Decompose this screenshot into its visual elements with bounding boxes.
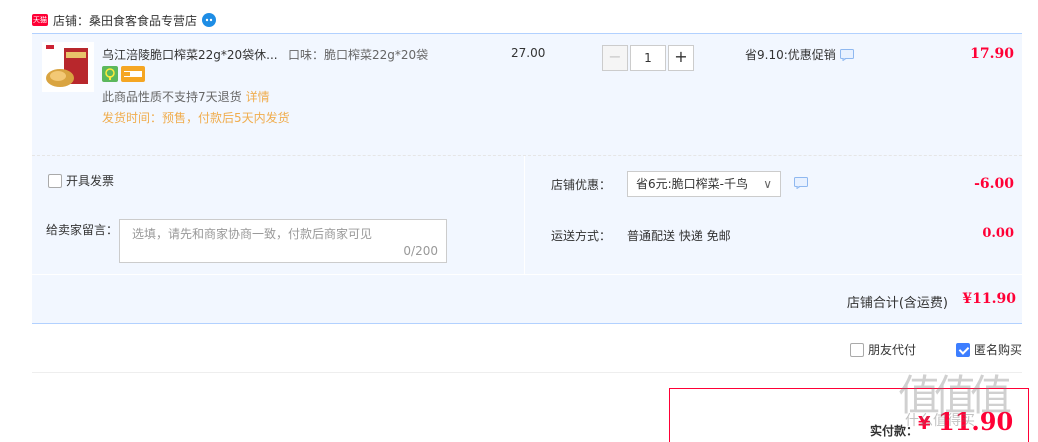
seller-memo-placeholder: 选填，请先和商家协商一致，付款后商家可见 (132, 227, 373, 241)
guarantee-icon[interactable] (102, 66, 118, 82)
buyer-options-panel: 开具发票 给卖家留言： 选填，请先和商家协商一致，付款后商家可见 0/200 (32, 156, 525, 274)
return-detail-link[interactable]: 详情 (246, 90, 270, 104)
store-total-label: 店铺合计(含运费) (846, 296, 948, 311)
invoice-checkbox[interactable] (48, 173, 62, 188)
friend-pay-option[interactable]: 朋友代付 (849, 341, 916, 358)
tmall-logo-icon: 天猫 (32, 14, 48, 26)
order-options: 开具发票 给卖家留言： 选填，请先和商家协商一致，付款后商家可见 0/200 店… (32, 156, 1022, 274)
store-coupon-label: 店铺优惠： (551, 178, 612, 192)
order-panel: 乌江涪陵脆口榨菜22g*20袋休... 口味：脆口榨菜22g*20袋 此商品性质… (32, 33, 1022, 324)
quantity-stepper: − 1 + (602, 45, 694, 71)
chevron-down-icon: ∨ (763, 177, 772, 191)
card-payment-icon[interactable] (121, 66, 145, 82)
shipping-fee: 0.00 (982, 226, 1014, 241)
seller-memo-char-count: 0/200 (403, 244, 438, 258)
message-icon[interactable] (839, 48, 854, 61)
return-policy-note: 此商品性质不支持7天退货 详情 (102, 88, 270, 105)
store-name[interactable]: 店铺：桑田食客食品专营店 (53, 12, 197, 29)
order-item-row: 乌江涪陵脆口榨菜22g*20袋休... 口味：脆口榨菜22g*20袋 此商品性质… (32, 34, 1022, 156)
ship-time-note: 发货时间：预售，付款后5天内发货 (102, 111, 290, 125)
store-coupon-select[interactable]: 省6元:脆口榨菜-千鸟 ∨ (627, 171, 781, 197)
anonymous-buy-option[interactable]: 匿名购买 (955, 341, 1022, 358)
message-icon[interactable] (794, 177, 808, 189)
seller-memo-label: 给卖家留言： (46, 223, 119, 237)
friend-pay-label: 朋友代付 (867, 343, 916, 357)
quantity-decrease-button[interactable]: − (602, 45, 628, 71)
site-watermark-sub: 什么值得买 (905, 413, 975, 429)
invoice-label: 开具发票 (66, 174, 115, 188)
store-discount-panel: 店铺优惠： 省6元:脆口榨菜-千鸟 ∨ -6.00 运送方式： 普通配送 快递 … (526, 156, 1022, 274)
unit-price: 27.00 (511, 46, 546, 60)
store-header: 天猫 店铺：桑田食客食品专营店 (32, 10, 217, 30)
store-total-row: 店铺合计(含运费) ¥11.90 (32, 274, 1022, 324)
item-subtotal: 17.90 (970, 46, 1014, 62)
quantity-input[interactable]: 1 (630, 45, 666, 71)
product-sku: 口味：脆口榨菜22g*20袋 (288, 48, 429, 62)
shipping-method-value: 普通配送 快递 免邮 (627, 229, 731, 243)
product-title[interactable]: 乌江涪陵脆口榨菜22g*20袋休... (102, 46, 278, 63)
invoice-option[interactable]: 开具发票 (48, 172, 114, 189)
anonymous-buy-checkbox[interactable] (955, 342, 970, 357)
seller-memo-textarea[interactable]: 选填，请先和商家协商一致，付款后商家可见 0/200 (119, 219, 447, 263)
store-total-amount: ¥11.90 (962, 291, 1016, 307)
promotion-text: 省9.10:优惠促销 (745, 48, 836, 62)
store-coupon-selected: 省6元:脆口榨菜-千鸟 (636, 177, 749, 191)
shipping-method-label: 运送方式： (551, 229, 612, 243)
store-coupon-amount: -6.00 (974, 176, 1014, 192)
quantity-increase-button[interactable]: + (668, 45, 694, 71)
service-icons (102, 66, 145, 82)
item-promotion: 省9.10:优惠促销 (745, 46, 854, 63)
friend-pay-checkbox[interactable] (849, 342, 864, 357)
payment-options: 朋友代付 匿名购买 (810, 341, 1022, 358)
anonymous-buy-label: 匿名购买 (973, 343, 1022, 357)
return-policy-text: 此商品性质不支持7天退货 (102, 90, 242, 104)
chat-contact-icon[interactable] (201, 12, 217, 28)
divider (32, 372, 1022, 373)
product-thumbnail[interactable] (42, 42, 94, 92)
